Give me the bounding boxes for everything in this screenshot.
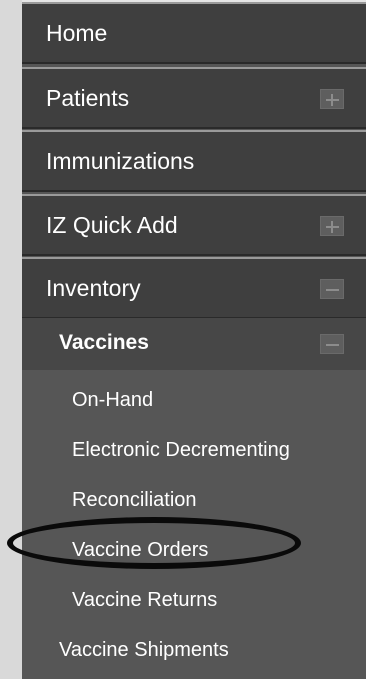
expand-plus-icon[interactable] [320,216,344,236]
nav-item-vaccine-returns[interactable]: Vaccine Returns [22,576,366,624]
nav-item-label: Inventory [46,275,141,301]
nav-item-electronic-decrementing[interactable]: Electronic Decrementing [22,426,366,474]
nav-item-vaccine-orders[interactable]: Vaccine Orders [22,526,366,574]
nav-item-label: Vaccine Shipments [59,639,229,661]
nav-item-label: Vaccine Orders [72,539,209,561]
nav-item-label: Immunizations [46,148,195,174]
nav-item-home[interactable]: Home [22,2,366,64]
nav-item-vaccine-shipments[interactable]: Vaccine Shipments [22,626,366,674]
nav-item-label: IZ Quick Add [46,212,178,238]
nav-item-patients[interactable]: Patients [22,67,366,129]
nav-subgroup-vaccines[interactable]: Vaccines [22,318,366,370]
collapse-minus-icon[interactable] [320,334,344,354]
nav-subgroup-label: Vaccines [59,331,149,354]
collapse-minus-icon[interactable] [320,279,344,299]
nav-item-label: Electronic Decrementing [72,439,290,461]
nav-item-label: Reconciliation [72,489,197,511]
nav-item-label: On-Hand [72,389,154,411]
nav-item-reconciliation[interactable]: Reconciliation [22,476,366,524]
nav-item-label: Home [46,20,108,46]
nav-item-iz-quick-add[interactable]: IZ Quick Add [22,194,366,256]
nav-item-label: Vaccine Returns [72,589,218,611]
side-navigation-menu: Home Patients Immunizations IZ Quick Add… [22,2,366,679]
nav-item-immunizations[interactable]: Immunizations [22,130,366,192]
nav-item-on-hand[interactable]: On-Hand [22,376,366,424]
screenshot-frame: Home Patients Immunizations IZ Quick Add… [0,0,374,679]
nav-item-label: Patients [46,85,130,111]
nav-item-inventory[interactable]: Inventory [22,257,366,319]
left-margin [0,0,22,679]
expand-plus-icon[interactable] [320,89,344,109]
right-margin [366,0,374,679]
